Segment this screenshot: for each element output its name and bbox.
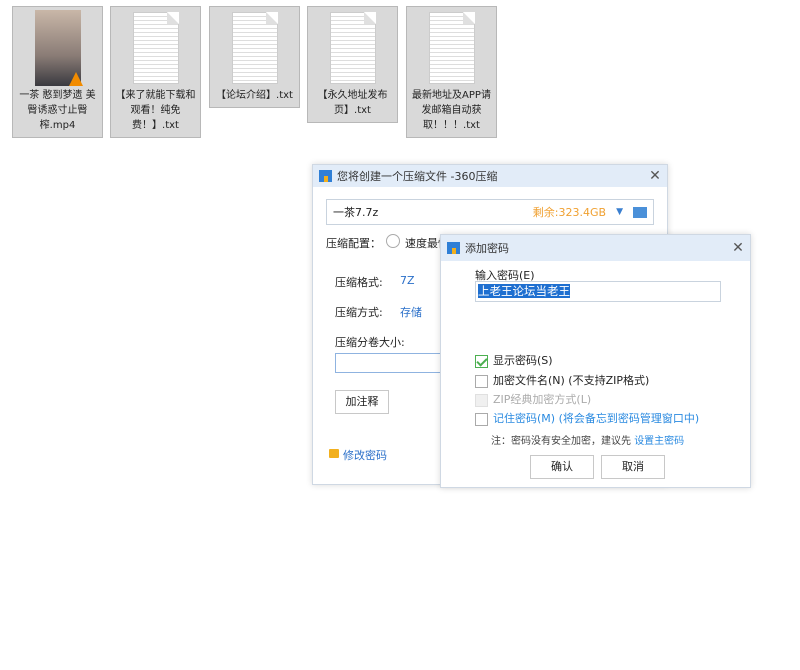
checkbox-label: 显示密码(S) bbox=[493, 354, 553, 367]
text-file-icon bbox=[329, 12, 376, 84]
file-item[interactable]: 最新地址及APP请发邮箱自动获取！！！.txt bbox=[406, 6, 497, 138]
password-input[interactable]: 上老王论坛当老王 bbox=[475, 281, 721, 302]
checkbox-label: 加密文件名(N) (不支持ZIP格式) bbox=[493, 374, 650, 387]
config-label: 压缩配置： bbox=[326, 237, 381, 250]
zip-classic-checkbox: ZIP经典加密方式(L) bbox=[475, 391, 591, 407]
format-label: 压缩格式: bbox=[335, 276, 383, 289]
close-button[interactable]: ✕ bbox=[643, 168, 667, 184]
filename-value: 一茶7.7z bbox=[333, 206, 379, 219]
text-file-icon bbox=[132, 12, 179, 84]
format-value[interactable]: 7Z bbox=[400, 274, 415, 287]
checkbox-label: ZIP经典加密方式(L) bbox=[493, 393, 592, 406]
filename-field[interactable]: 一茶7.7z 剩余:323.4GB ▼ bbox=[326, 199, 654, 225]
split-label: 压缩分卷大小: bbox=[335, 336, 405, 349]
checkbox[interactable] bbox=[475, 374, 488, 388]
show-password-checkbox[interactable]: 显示密码(S) bbox=[475, 352, 553, 368]
checkbox-checked[interactable] bbox=[475, 354, 488, 368]
cancel-button[interactable]: 取消 bbox=[601, 455, 665, 479]
dialog-title: 添加密码 bbox=[465, 242, 509, 255]
app-icon bbox=[319, 170, 332, 182]
add-comment-button[interactable]: 加注释 bbox=[335, 390, 389, 414]
file-name: 一茶 憨到梦遗 美臀诱惑寸止臀榨.mp4 bbox=[19, 90, 96, 131]
dropdown-icon[interactable]: ▼ bbox=[616, 207, 623, 217]
vlc-icon bbox=[68, 72, 83, 86]
note-text: 注：密码没有安全加密，建议先 bbox=[491, 436, 631, 447]
method-label: 压缩方式: bbox=[335, 306, 383, 319]
file-name: 【论坛介绍】.txt bbox=[216, 90, 293, 101]
title-bar: 添加密码 ✕ bbox=[441, 235, 750, 261]
confirm-button[interactable]: 确认 bbox=[530, 455, 594, 479]
free-space: 剩余:323.4GB bbox=[532, 206, 607, 219]
text-file-icon bbox=[231, 12, 278, 84]
checkbox[interactable] bbox=[475, 412, 488, 426]
file-item[interactable]: 一茶 憨到梦遗 美臀诱惑寸止臀榨.mp4 bbox=[12, 6, 103, 138]
remember-password-checkbox[interactable]: 记住密码(M) (将会备忘到密码管理窗口中) bbox=[475, 410, 699, 426]
lock-icon bbox=[329, 449, 339, 458]
file-name: 【来了就能下载和观看！纯免费！】.txt bbox=[115, 90, 196, 131]
split-size-input[interactable] bbox=[335, 353, 455, 373]
checkbox-disabled bbox=[475, 393, 488, 407]
file-item[interactable]: 【永久地址发布页】.txt bbox=[307, 6, 398, 123]
checkbox-label: 记住密码(M) (将会备忘到密码管理窗口中) bbox=[493, 412, 700, 425]
note: 注：密码没有安全加密，建议先 设置主密码 bbox=[491, 432, 684, 447]
app-icon bbox=[447, 242, 460, 254]
folder-icon[interactable] bbox=[633, 206, 647, 218]
file-item[interactable]: 【论坛介绍】.txt bbox=[209, 6, 300, 108]
method-value[interactable]: 存储 bbox=[400, 304, 422, 320]
title-bar: 您将创建一个压缩文件 -360压缩 ✕ bbox=[313, 165, 667, 187]
video-thumbnail bbox=[34, 10, 83, 86]
add-password-dialog: 添加密码 ✕ 输入密码(E) 上老王论坛当老王 显示密码(S) 加密文件名(N)… bbox=[440, 234, 751, 488]
text-file-icon bbox=[428, 12, 475, 84]
file-name: 最新地址及APP请发邮箱自动获取！！！.txt bbox=[412, 90, 491, 131]
encrypt-names-checkbox[interactable]: 加密文件名(N) (不支持ZIP格式) bbox=[475, 372, 649, 388]
password-value: 上老王论坛当老王 bbox=[478, 284, 570, 298]
file-name: 【永久地址发布页】.txt bbox=[317, 90, 388, 116]
set-master-password-link[interactable]: 设置主密码 bbox=[634, 436, 684, 447]
dialog-title: 您将创建一个压缩文件 -360压缩 bbox=[337, 170, 498, 183]
file-item[interactable]: 【来了就能下载和观看！纯免费！】.txt bbox=[110, 6, 201, 138]
close-button[interactable]: ✕ bbox=[726, 240, 750, 256]
change-password-link[interactable]: 修改密码 bbox=[343, 447, 387, 463]
radio-fastest[interactable] bbox=[386, 234, 400, 248]
